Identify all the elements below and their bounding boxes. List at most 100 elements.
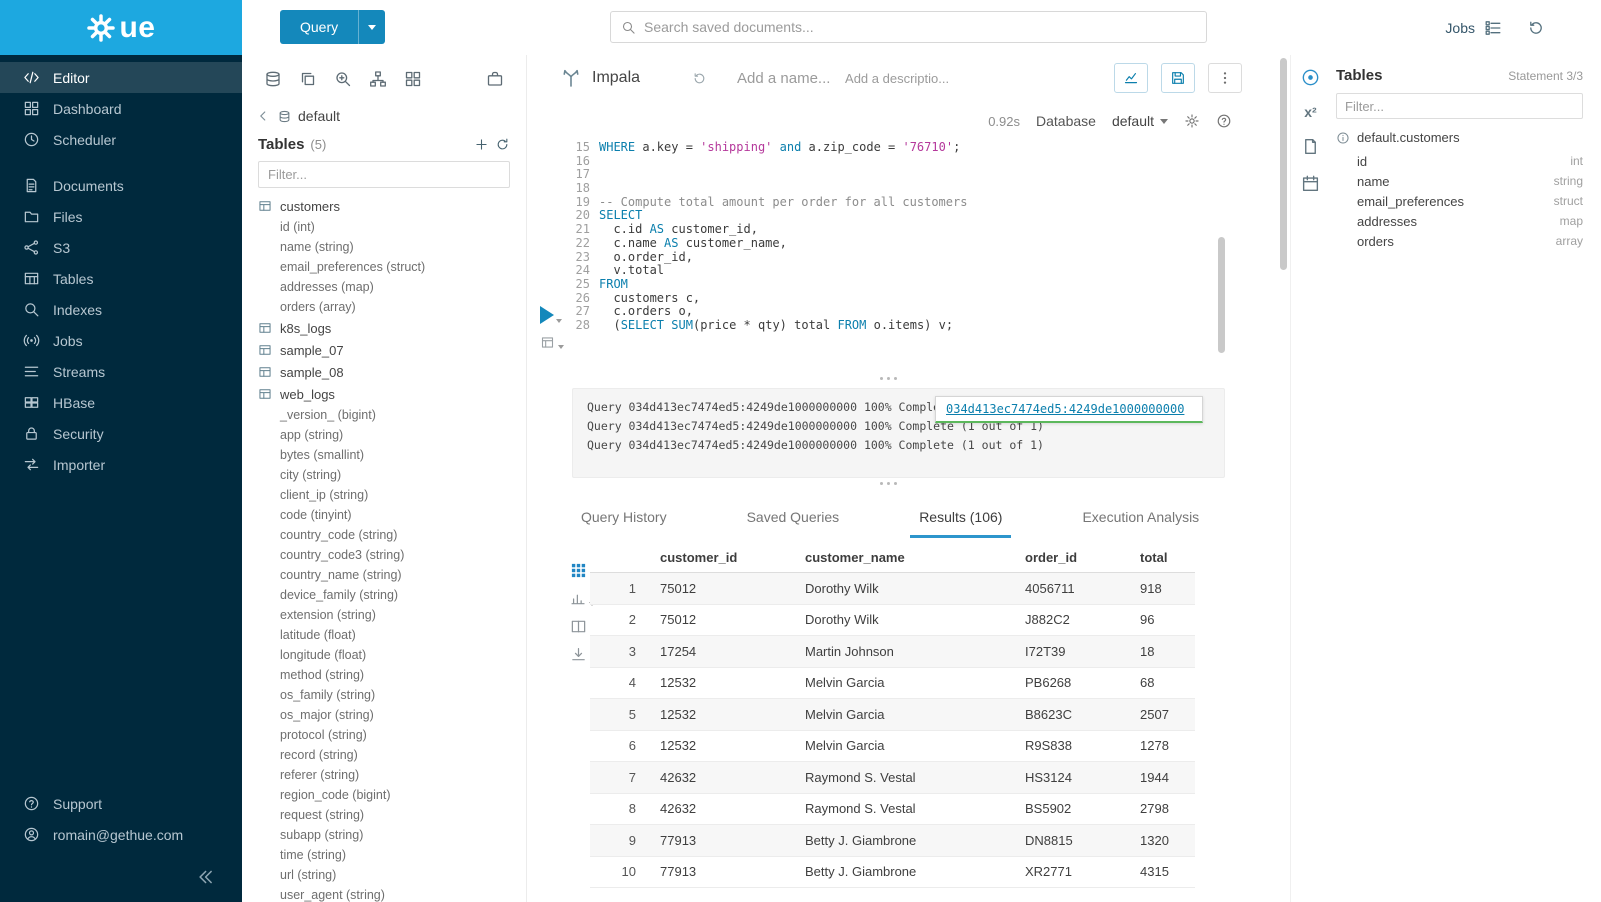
execute-button[interactable]	[540, 306, 562, 324]
code-line-text[interactable]: v.total	[590, 264, 664, 278]
main-scrollbar[interactable]	[1280, 58, 1287, 270]
save-button[interactable]	[1161, 63, 1195, 93]
sql-editor[interactable]: 15WHERE a.key = 'shipping' and a.zip_cod…	[527, 141, 1250, 341]
column-item[interactable]: user_agent (string)	[258, 885, 526, 902]
column-item[interactable]: request (string)	[258, 805, 526, 825]
databases-icon[interactable]	[264, 70, 282, 88]
column-item[interactable]: time (string)	[258, 845, 526, 865]
nav-item-s3[interactable]: S3	[0, 232, 242, 263]
column-item[interactable]: client_ip (string)	[258, 485, 526, 505]
table-item[interactable]: sample_08	[258, 361, 526, 383]
column-item[interactable]: app (string)	[258, 425, 526, 445]
help-icon[interactable]	[1216, 113, 1232, 129]
zoom-in-icon[interactable]	[334, 70, 352, 88]
refresh-icon[interactable]	[495, 137, 510, 152]
table-item[interactable]: k8s_logs	[258, 317, 526, 339]
code-line-text[interactable]: c.orders o,	[590, 305, 693, 319]
table-row[interactable]: 175012Dorothy Wilk4056711918	[590, 573, 1195, 605]
nav-item-documents[interactable]: Documents	[0, 170, 242, 201]
settings-gear-icon[interactable]	[1184, 113, 1200, 129]
code-line-text[interactable]: WHERE a.key = 'shipping' and a.zip_code …	[590, 141, 960, 155]
column-item[interactable]: addressesmap	[1336, 211, 1583, 231]
column-item[interactable]: _version_ (bigint)	[258, 405, 526, 425]
explain-button[interactable]	[540, 335, 564, 350]
language-reference-icon[interactable]	[1301, 137, 1320, 156]
code-line-text[interactable]	[590, 182, 599, 196]
hue-logo[interactable]: ue	[0, 0, 242, 55]
nav-item-support[interactable]: Support	[0, 788, 242, 819]
query-name-input[interactable]	[737, 70, 837, 87]
tab-query-history[interactable]: Query History	[572, 509, 676, 538]
resize-handle-editor[interactable]	[527, 373, 1250, 383]
column-item[interactable]: country_code3 (string)	[258, 545, 526, 565]
code-line-text[interactable]: FROM	[590, 278, 628, 292]
column-item[interactable]: ordersarray	[1336, 231, 1583, 251]
column-item[interactable]: region_code (bigint)	[258, 785, 526, 805]
column-item[interactable]: subapp (string)	[258, 825, 526, 845]
tab-saved-queries[interactable]: Saved Queries	[738, 509, 849, 538]
code-line-text[interactable]: (SELECT SUM(price * qty) total FROM o.it…	[590, 319, 953, 333]
editor-scrollbar[interactable]	[1218, 237, 1225, 353]
database-select[interactable]: default	[1112, 113, 1168, 129]
chart-button[interactable]	[1114, 63, 1148, 93]
column-item[interactable]: referer (string)	[258, 765, 526, 785]
nav-item-indexes[interactable]: Indexes	[0, 294, 242, 325]
column-item[interactable]: method (string)	[258, 665, 526, 685]
column-item[interactable]: addresses (map)	[258, 277, 526, 297]
column-item[interactable]: code (tinyint)	[258, 505, 526, 525]
query-button[interactable]: Query	[280, 10, 358, 44]
code-line-text[interactable]: c.id AS customer_id,	[590, 223, 758, 237]
code-line-text[interactable]: o.order_id,	[590, 251, 693, 265]
column-item[interactable]: device_family (string)	[258, 585, 526, 605]
back-chevron-icon[interactable]	[255, 108, 271, 124]
nav-item-files[interactable]: Files	[0, 201, 242, 232]
active-table-row[interactable]: default.customers	[1336, 130, 1583, 145]
table-item[interactable]: sample_07	[258, 339, 526, 361]
right-filter-input[interactable]	[1336, 93, 1583, 119]
jobs-list-icon[interactable]	[1484, 19, 1502, 37]
column-item[interactable]: protocol (string)	[258, 725, 526, 745]
column-item[interactable]: url (string)	[258, 865, 526, 885]
nav-item-scheduler[interactable]: Scheduler	[0, 124, 242, 155]
column-item[interactable]: id (int)	[258, 217, 526, 237]
table-item[interactable]: web_logs	[258, 383, 526, 405]
table-row[interactable]: 512532Melvin GarciaB8623C2507	[590, 699, 1195, 731]
column-item[interactable]: email_preferences (struct)	[258, 257, 526, 277]
code-line-text[interactable]: SELECT	[590, 209, 642, 223]
code-line-text[interactable]	[590, 155, 599, 169]
columns-button[interactable]	[570, 618, 587, 635]
quick-actions-icon[interactable]	[1301, 68, 1320, 87]
download-button[interactable]	[570, 646, 587, 663]
nav-item-importer[interactable]: Importer	[0, 449, 242, 480]
schedule-icon[interactable]	[1301, 174, 1320, 193]
nav-item-user[interactable]: romain@gethue.com	[0, 819, 242, 850]
nav-item-hbase[interactable]: HBase	[0, 387, 242, 418]
grid-view-button[interactable]	[570, 562, 587, 579]
column-item[interactable]: latitude (float)	[258, 625, 526, 645]
query-description-input[interactable]	[845, 71, 960, 86]
table-row[interactable]: 412532Melvin GarciaPB626868	[590, 668, 1195, 700]
add-table-icon[interactable]	[474, 137, 489, 152]
jobs-link[interactable]: Jobs	[1445, 20, 1475, 36]
code-line-text[interactable]: -- Compute total amount per order for al…	[590, 196, 967, 210]
column-item[interactable]: os_family (string)	[258, 685, 526, 705]
query-dropdown-button[interactable]	[358, 10, 385, 44]
table-row[interactable]: 1077913Betty J. GiambroneXR27714315	[590, 857, 1195, 889]
functions-icon[interactable]: x²	[1304, 105, 1316, 119]
code-line-text[interactable]: c.name AS customer_name,	[590, 237, 787, 251]
table-row[interactable]: 275012Dorothy WilkJ882C296	[590, 605, 1195, 637]
column-item[interactable]: country_name (string)	[258, 565, 526, 585]
column-item[interactable]: orders (array)	[258, 297, 526, 317]
briefcase-icon[interactable]	[486, 70, 504, 88]
table-row[interactable]: 842632Raymond S. VestalBS59022798	[590, 794, 1195, 826]
collapse-sidebar-icon[interactable]	[194, 866, 216, 888]
column-item[interactable]: longitude (float)	[258, 645, 526, 665]
table-item[interactable]: customers	[258, 195, 526, 217]
nav-item-dashboard[interactable]: Dashboard	[0, 93, 242, 124]
code-line-text[interactable]	[590, 168, 599, 182]
documents-copy-icon[interactable]	[299, 70, 317, 88]
nav-item-tables[interactable]: Tables	[0, 263, 242, 294]
column-item[interactable]: record (string)	[258, 745, 526, 765]
more-actions-button[interactable]	[1208, 63, 1242, 93]
column-item[interactable]: city (string)	[258, 465, 526, 485]
